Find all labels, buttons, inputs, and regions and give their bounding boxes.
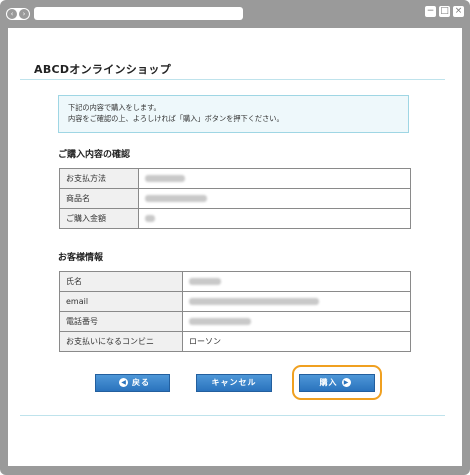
purchase-heading: ご購入内容の確認 <box>58 150 131 160</box>
nav-buttons: ‹ › <box>6 8 30 20</box>
notice-box: 下記の内容で購入をします。 内容をご確認の上、よろしければ「購入」ボタンを押下く… <box>58 95 409 133</box>
name-value <box>182 271 411 292</box>
purchase-table: お支払方法 商品名 ご購入金額 <box>59 168 411 229</box>
product-name-value <box>138 188 411 209</box>
site-title: ABCDオンラインショップ <box>34 63 172 76</box>
convenience-store-value: ローソン <box>182 331 411 352</box>
title-divider <box>20 79 445 80</box>
row-label: 商品名 <box>59 188 139 209</box>
table-row: email <box>59 291 411 312</box>
row-label: email <box>59 291 183 312</box>
table-row: お支払方法 <box>59 168 411 189</box>
customer-heading: お客様情報 <box>58 253 104 263</box>
table-row: 氏名 <box>59 271 411 292</box>
purchase-button-label: 購入 <box>319 378 338 387</box>
table-row: 商品名 <box>59 188 411 209</box>
row-label: 氏名 <box>59 271 183 292</box>
footer-divider <box>20 415 445 416</box>
close-icon[interactable]: × <box>453 6 464 17</box>
row-label: お支払いになるコンビニ <box>59 331 183 352</box>
back-button[interactable]: ◀ 戻る <box>95 374 170 392</box>
arrow-left-icon: ◀ <box>119 378 128 387</box>
page-content: ABCDオンラインショップ 下記の内容で購入をします。 内容をご確認の上、よろし… <box>8 28 462 466</box>
table-row: 電話番号 <box>59 311 411 332</box>
purchase-button[interactable]: 購入 ▶ <box>299 374 375 392</box>
notice-line-1: 下記の内容で購入をします。 <box>68 103 161 112</box>
email-value <box>182 291 411 312</box>
table-row: お支払いになるコンビニ ローソン <box>59 331 411 352</box>
cancel-button-label: キャンセル <box>211 378 257 387</box>
back-arrow-icon[interactable]: ‹ <box>7 9 17 19</box>
browser-window: ‹ › − □ × ABCDオンラインショップ 下記の内容で購入をします。 内容… <box>0 0 470 475</box>
payment-method-value <box>138 168 411 189</box>
notice-line-2: 内容をご確認の上、よろしければ「購入」ボタンを押下ください。 <box>68 114 284 123</box>
row-label: ご購入金額 <box>59 208 139 229</box>
phone-value <box>182 311 411 332</box>
window-titlebar: ‹ › − □ × <box>0 0 470 28</box>
table-row: ご購入金額 <box>59 208 411 229</box>
amount-value <box>138 208 411 229</box>
arrow-right-icon: ▶ <box>341 378 351 387</box>
forward-arrow-icon[interactable]: › <box>19 9 29 19</box>
restore-icon[interactable]: □ <box>439 6 450 17</box>
address-bar[interactable] <box>34 7 243 20</box>
row-label: 電話番号 <box>59 311 183 332</box>
cancel-button[interactable]: キャンセル <box>196 374 272 392</box>
customer-table: 氏名 email 電話番号 お支払いになるコンビニ ローソン <box>59 271 411 352</box>
row-label: お支払方法 <box>59 168 139 189</box>
minimize-icon[interactable]: − <box>425 6 436 17</box>
back-button-label: 戻る <box>132 378 150 387</box>
